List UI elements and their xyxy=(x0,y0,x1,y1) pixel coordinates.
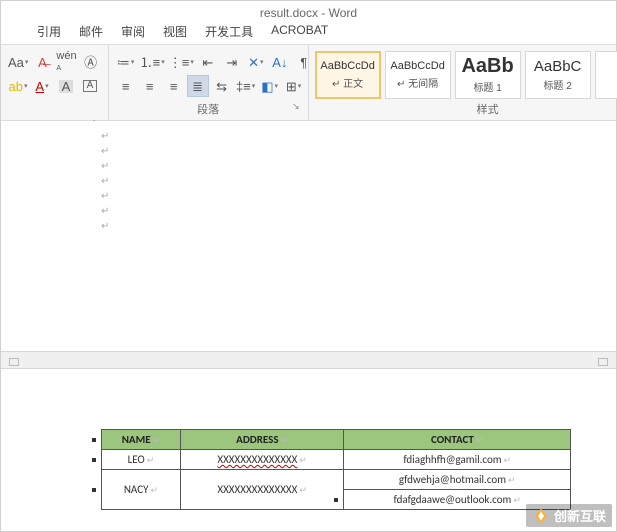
table-row[interactable]: DAN↵XXXXXXXXXXXXXX↵FDSAGR@outlook.com↵ xyxy=(102,510,571,511)
page-1: ↵ ↵ ↵ ↵ ↵ ↵ ↵ xyxy=(1,121,616,351)
tab-acrobat[interactable]: ACROBAT xyxy=(271,23,328,40)
sort-button[interactable]: A↓ xyxy=(269,51,291,73)
font-group: Aa▾ A̶ wénA Ⓐ ab▾ A▾ A A ↘ xyxy=(1,45,109,120)
table-header[interactable]: NAME↵ xyxy=(102,430,181,450)
table-row[interactable]: LEO↵XXXXXXXXXXXXXX↵fdiaghhfh@gamil.com↵ xyxy=(102,450,571,470)
document-area[interactable]: ↵ ↵ ↵ ↵ ↵ ↵ ↵ ✥ NAME↵ADDRESS↵CONTACT↵LEO… xyxy=(1,121,616,510)
tab-references[interactable]: 引用 xyxy=(37,23,61,40)
style-item-0[interactable]: AaBbCcDd ↵ 正文 xyxy=(315,51,381,99)
style-sample: AaBbC xyxy=(534,59,582,74)
cell-address[interactable]: XXXXXXXXXXXXXX↵ xyxy=(180,510,344,511)
clear-format-button[interactable]: A̶ xyxy=(31,51,53,73)
watermark: 创新互联 xyxy=(526,504,612,527)
watermark-logo-icon xyxy=(532,507,550,525)
styles-group-label: 样式 xyxy=(315,99,617,118)
tab-view[interactable]: 视图 xyxy=(163,23,187,40)
table-header[interactable]: CONTACT↵ xyxy=(344,430,571,450)
char-shading-button[interactable]: A xyxy=(55,75,77,97)
cell-name[interactable]: LEO↵ xyxy=(102,450,181,470)
phonetic-guide-button[interactable]: wénA xyxy=(55,51,77,73)
style-name: 标题 2 xyxy=(543,77,571,92)
style-name: 标题 1 xyxy=(473,79,501,94)
bullets-button[interactable]: ≔▾ xyxy=(115,51,137,73)
cell-name[interactable]: NACY↵ xyxy=(102,470,181,510)
decrease-indent-button[interactable]: ⇤ xyxy=(197,51,219,73)
enclose-char-button[interactable]: Ⓐ xyxy=(80,51,102,73)
style-item-2[interactable]: AaBb 标题 1 xyxy=(455,51,521,99)
cell-contact[interactable]: fdiaghhfh@gamil.com↵ xyxy=(344,450,571,470)
paragraph-mark-icon: ↵ xyxy=(101,129,616,144)
font-color-button[interactable]: A▾ xyxy=(31,75,53,97)
paragraph-group-label: 段落 ↘ xyxy=(115,99,302,118)
table-row[interactable]: NACY↵XXXXXXXXXXXXXX↵gfdwehja@hotmail.com… xyxy=(102,470,571,490)
style-item-4[interactable]: A标 xyxy=(595,51,617,99)
change-case-button[interactable]: Aa▾ xyxy=(7,51,29,73)
tab-review[interactable]: 审阅 xyxy=(121,23,145,40)
style-sample: AaBbCcDd xyxy=(320,61,374,72)
styles-group: AaBbCcDd ↵ 正文 AaBbCcDd ↵ 无间隔 AaBb 标题 1 AaBbC 标题… xyxy=(309,45,617,120)
paragraph-dialog-launcher-icon[interactable]: ↘ xyxy=(292,101,300,112)
page-break-gap xyxy=(1,351,616,369)
styles-gallery[interactable]: AaBbCcDd ↵ 正文 AaBbCcDd ↵ 无间隔 AaBb 标题 1 AaBbC 标题… xyxy=(315,51,617,99)
style-sample: AaBbCcDd xyxy=(390,61,444,72)
cell-address[interactable]: XXXXXXXXXXXXXX↵ xyxy=(180,450,344,470)
word-window: result.docx - Word 引用 邮件 审阅 视图 开发工具 ACRO… xyxy=(0,0,617,532)
table-header[interactable]: ADDRESS↵ xyxy=(180,430,344,450)
tab-developer[interactable]: 开发工具 xyxy=(205,23,253,40)
style-name: ↵ 无间隔 xyxy=(397,75,438,90)
font-group-label: ↘ xyxy=(7,115,102,118)
style-item-3[interactable]: AaBbC 标题 2 xyxy=(525,51,591,99)
data-table[interactable]: NAME↵ADDRESS↵CONTACT↵LEO↵XXXXXXXXXXXXXX↵… xyxy=(101,429,571,510)
title-bar: result.docx - Word xyxy=(1,1,616,23)
char-border-button[interactable]: A xyxy=(79,75,101,97)
distributed-button[interactable]: ⇆ xyxy=(211,75,233,97)
style-sample: AaBb xyxy=(461,56,513,76)
style-item-1[interactable]: AaBbCcDd ↵ 无间隔 xyxy=(385,51,451,99)
align-right-button[interactable]: ≡ xyxy=(163,75,185,97)
tab-mailings[interactable]: 邮件 xyxy=(79,23,103,40)
window-title: result.docx - Word xyxy=(260,6,357,20)
align-center-button[interactable]: ≡ xyxy=(139,75,161,97)
increase-indent-button[interactable]: ⇥ xyxy=(221,51,243,73)
paragraph-group: ≔▾ ⒈≡▾ ⋮≡▾ ⇤ ⇥ ✕▾ A↓ ¶ ≡ ≡ ≡ ≣ ⇆ xyxy=(109,45,309,120)
highlight-button[interactable]: ab▾ xyxy=(7,75,29,97)
shading-button[interactable]: ◧▾ xyxy=(259,75,281,97)
cell-name[interactable]: DAN↵ xyxy=(102,510,181,511)
ribbon-tabs: 引用 邮件 审阅 视图 开发工具 ACROBAT xyxy=(1,23,616,45)
align-left-button[interactable]: ≡ xyxy=(115,75,137,97)
justify-button[interactable]: ≣ xyxy=(187,75,209,97)
cell-contact[interactable]: gfdwehja@hotmail.com↵ xyxy=(344,470,571,490)
page-2: NAME↵ADDRESS↵CONTACT↵LEO↵XXXXXXXXXXXXXX↵… xyxy=(1,369,616,510)
ltr-button[interactable]: ✕▾ xyxy=(245,51,267,73)
watermark-text: 创新互联 xyxy=(554,506,606,525)
borders-button[interactable]: ⊞▾ xyxy=(283,75,305,97)
ribbon: Aa▾ A̶ wénA Ⓐ ab▾ A▾ A A ↘ xyxy=(1,45,616,121)
cell-address[interactable]: XXXXXXXXXXXXXX↵ xyxy=(180,470,344,510)
line-spacing-button[interactable]: ‡≡▾ xyxy=(235,75,257,97)
multilevel-button[interactable]: ⋮≡▾ xyxy=(168,51,195,73)
style-name: ↵ 正文 xyxy=(332,75,363,90)
numbering-button[interactable]: ⒈≡▾ xyxy=(139,51,166,73)
